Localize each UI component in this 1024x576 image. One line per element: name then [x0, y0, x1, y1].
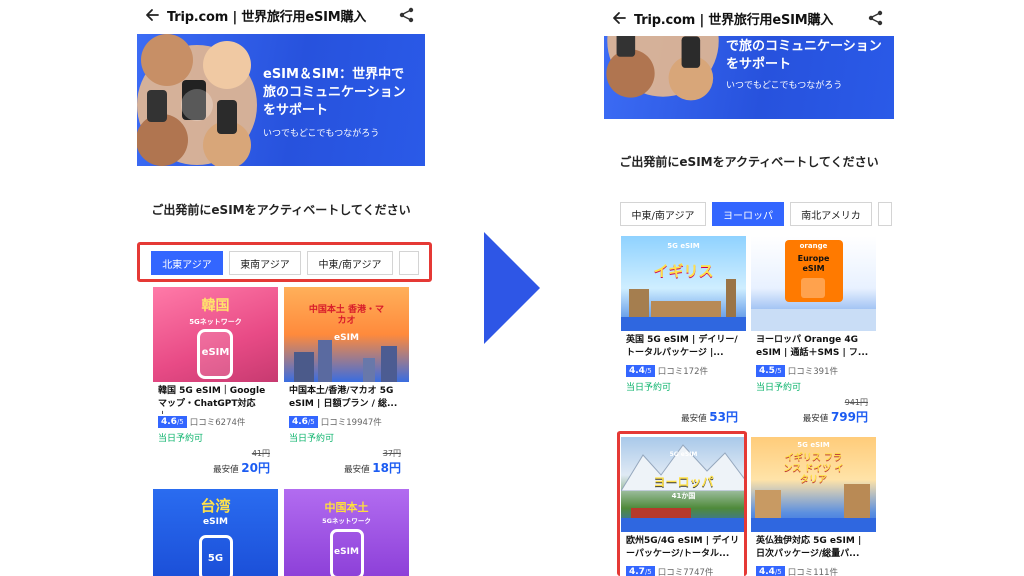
promo-banner[interactable]: eSIM＆SIM：世界中で旅のコミュニケーションをサポート いつでもどこでもつな…: [137, 34, 425, 166]
tab-europe[interactable]: ヨーロッパ: [712, 202, 784, 226]
product-image: 中国本土 香港・マカオ eSIM: [284, 287, 409, 382]
banner-headline: で旅のコミュニケーションをサポート: [726, 39, 882, 72]
esim-product-card[interactable]: 韓国 5Gネットワーク eSIM 韓国 5G eSIM｜Googleマップ・Ch…: [153, 287, 278, 487]
product-image: 5G eSIM イギリス フランス ドイツ イタリア: [751, 437, 876, 532]
lowest-price: 最安値 20円: [213, 461, 270, 475]
rating-score: 4.4/5: [756, 566, 785, 576]
image-tag: 5Gネットワーク: [322, 517, 371, 525]
phone-screen-left: Trip.com | 世界旅行用eSIM購入 eSIM＆SIM：世界中で旅のコミ…: [137, 0, 425, 576]
same-day-badge: 当日予約可: [289, 434, 335, 444]
promo-banner[interactable]: で旅のコミュニケーションをサポート いつでもどこでもつながろう: [604, 36, 894, 119]
rating-row: 4.6/5 口コミ19947件: [284, 414, 409, 428]
product-image: 5G eSIM イギリス: [621, 236, 746, 331]
product-image: 中国本土 5Gネットワーク eSIM: [284, 489, 409, 576]
lowest-price: 最安値 799円: [802, 410, 868, 424]
image-title: 韓国: [201, 298, 230, 314]
image-tag: 5Gネットワーク: [189, 318, 242, 326]
original-price: 41円: [251, 449, 270, 458]
image-tag: 5G eSIM: [797, 441, 830, 449]
lowest-price: 最安値 53円: [681, 410, 738, 424]
product-name: 韓国 5G eSIM｜Googleマップ・ChatGPT対応｜...: [158, 386, 266, 414]
image-sub: eSIM: [334, 547, 359, 557]
review-count: 口コミ391件: [787, 367, 838, 377]
review-count: 口コミ111件: [787, 568, 838, 576]
app-header: Trip.com | 世界旅行用eSIM購入: [137, 0, 425, 30]
hands-with-phones-image: [606, 36, 719, 101]
esim-product-card[interactable]: 5G eSIM イギリス フランス ドイツ イタリア 英仏独伊対応 5G eSI…: [751, 437, 876, 576]
rating-row: 4.6/5 口コミ6274件: [153, 414, 278, 428]
tab-middle-east-south-asia[interactable]: 中東/南アジア: [620, 202, 706, 226]
esim-product-card[interactable]: 中国本土 香港・マカオ eSIM 中国本土/香港/マカオ 5G eSIM | 日…: [284, 287, 409, 487]
image-title: イギリス フランス ドイツ イタリア: [783, 453, 844, 485]
esim-product-card[interactable]: 中国本土 5Gネットワーク eSIM: [284, 489, 409, 576]
same-day-badge: 当日予約可: [756, 383, 802, 393]
review-count: 口コミ172件: [657, 367, 708, 377]
page-title: Trip.com | 世界旅行用eSIM購入: [634, 12, 834, 28]
back-arrow-icon[interactable]: [604, 3, 634, 33]
image-tag: 5G: [207, 553, 224, 564]
image-title: 中国本土: [324, 501, 369, 514]
tab-more[interactable]: [878, 202, 892, 226]
product-image: 台湾 eSIM 5G: [153, 489, 278, 576]
page-title: Trip.com | 世界旅行用eSIM購入: [167, 9, 367, 25]
image-sub: eSIM: [201, 347, 230, 358]
banner-subtitle: いつでもどこでもつながろう: [263, 129, 380, 139]
comparison-screenshot: Trip.com | 世界旅行用eSIM購入 eSIM＆SIM：世界中で旅のコミ…: [0, 0, 1024, 576]
tabs-highlight-box: [137, 242, 432, 282]
product-name: 中国本土/香港/マカオ 5G eSIM | 日額プラン / 総...: [289, 386, 398, 409]
section-heading: ご出発前にeSIMをアクティベートしてください: [619, 155, 879, 169]
back-arrow-icon[interactable]: [137, 0, 167, 30]
card-highlight-box: [617, 431, 747, 576]
image-title: Europe eSIM: [797, 254, 830, 273]
rating-row: 4.5/5 口コミ391件: [751, 363, 876, 377]
rating-score: 4.6/5: [158, 416, 187, 428]
original-price: 941円: [844, 398, 868, 407]
rating-score: 4.6/5: [289, 416, 318, 428]
esim-product-card[interactable]: orange Europe eSIM ヨーロッパ Orange 4G eSIM …: [751, 236, 876, 436]
rating-score: 4.4/5: [626, 365, 655, 377]
esim-product-card[interactable]: 5G eSIM イギリス 英国 5G eSIM | デイリー/トータルパッケージ…: [621, 236, 746, 436]
banner-headline: eSIM＆SIM：世界中で旅のコミュニケーションをサポート: [263, 67, 406, 118]
share-icon[interactable]: [866, 8, 886, 28]
image-tag: 5G eSIM: [667, 242, 700, 250]
rating-row: 4.4/5 口コミ172件: [621, 363, 746, 377]
tab-americas[interactable]: 南北アメリカ: [790, 202, 872, 226]
product-name: ヨーロッパ Orange 4G eSIM | 通話＋SMS | フ...: [756, 335, 869, 358]
esim-product-card[interactable]: 台湾 eSIM 5G: [153, 489, 278, 576]
image-sub: eSIM: [203, 517, 228, 527]
section-heading: ご出発前にeSIMをアクティベートしてください: [151, 203, 411, 217]
original-price: 37円: [382, 449, 401, 458]
image-tag: orange: [799, 242, 828, 250]
image-title: 中国本土 香港・マカオ: [308, 305, 385, 326]
product-name: 英仏独伊対応 5G eSIM | 日次パッケージ/総量パ...: [756, 536, 862, 559]
rating-score: 4.5/5: [756, 365, 785, 377]
product-image: 韓国 5Gネットワーク eSIM: [153, 287, 278, 382]
region-tabs: 中東/南アジア ヨーロッパ 南北アメリカ: [620, 202, 892, 226]
review-count: 口コミ6274件: [189, 418, 246, 428]
lowest-price: 最安値 18円: [344, 461, 401, 475]
review-count: 口コミ19947件: [320, 418, 382, 428]
original-price: [621, 397, 746, 408]
product-name: 英国 5G eSIM | デイリー/トータルパッケージ |...: [626, 335, 738, 358]
hands-with-phones-image: [137, 34, 257, 166]
same-day-badge: 当日予約可: [626, 383, 672, 393]
image-title: 台湾: [200, 497, 231, 515]
app-header: Trip.com | 世界旅行用eSIM購入: [604, 3, 894, 33]
banner-subtitle: いつでもどこでもつながろう: [726, 81, 843, 91]
product-image: orange Europe eSIM: [751, 236, 876, 331]
same-day-badge: 当日予約可: [158, 434, 204, 444]
image-title: イギリス: [653, 262, 714, 280]
transition-arrow-icon: [484, 232, 540, 344]
image-sub: eSIM: [334, 333, 359, 343]
share-icon[interactable]: [397, 5, 417, 25]
rating-row: 4.4/5 口コミ111件: [751, 564, 876, 576]
